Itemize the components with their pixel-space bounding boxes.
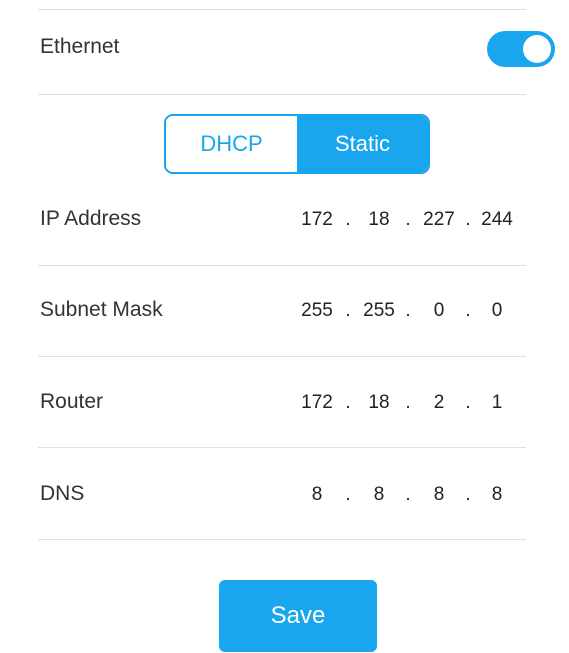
octet-separator: . bbox=[345, 300, 351, 321]
dns-label: DNS bbox=[40, 482, 85, 505]
subnet-mask-input: 255 . 255 . 0 . 0 bbox=[296, 298, 536, 324]
router-label: Router bbox=[40, 390, 104, 413]
octet-separator: . bbox=[465, 209, 471, 230]
dns-octet-1[interactable]: 8 bbox=[296, 482, 338, 508]
ip-address-octet-1[interactable]: 172 bbox=[296, 207, 338, 233]
ip-address-octet-2[interactable]: 18 bbox=[358, 207, 400, 233]
ip-address-octet-4[interactable]: 244 bbox=[476, 207, 518, 233]
ethernet-settings-panel: Ethernet DHCP Static IP Address 172 . 18… bbox=[0, 0, 569, 653]
ip-address-label: IP Address bbox=[40, 207, 142, 230]
router-octet-4[interactable]: 1 bbox=[476, 390, 518, 416]
ethernet-label: Ethernet bbox=[40, 35, 120, 58]
dns-octet-3[interactable]: 8 bbox=[418, 482, 460, 508]
row-divider bbox=[38, 447, 526, 448]
dhcp-option[interactable]: DHCP bbox=[166, 116, 297, 172]
row-divider bbox=[38, 265, 526, 266]
ethernet-toggle[interactable] bbox=[487, 31, 555, 67]
dns-octet-4[interactable]: 8 bbox=[476, 482, 518, 508]
octet-separator: . bbox=[345, 392, 351, 413]
subnet-mask-octet-3[interactable]: 0 bbox=[418, 298, 460, 324]
subnet-mask-octet-2[interactable]: 255 bbox=[358, 298, 400, 324]
save-button[interactable]: Save bbox=[219, 580, 377, 652]
ip-address-octet-3[interactable]: 227 bbox=[418, 207, 460, 233]
router-octet-1[interactable]: 172 bbox=[296, 390, 338, 416]
toggle-knob bbox=[523, 35, 551, 63]
router-octet-2[interactable]: 18 bbox=[358, 390, 400, 416]
ip-address-input: 172 . 18 . 227 . 244 bbox=[296, 207, 536, 233]
subnet-mask-octet-1[interactable]: 255 bbox=[296, 298, 338, 324]
router-octet-3[interactable]: 2 bbox=[418, 390, 460, 416]
octet-separator: . bbox=[465, 300, 471, 321]
subnet-mask-octet-4[interactable]: 0 bbox=[476, 298, 518, 324]
octet-separator: . bbox=[405, 209, 411, 230]
dns-octet-2[interactable]: 8 bbox=[358, 482, 400, 508]
row-divider bbox=[38, 539, 526, 540]
router-input: 172 . 18 . 2 . 1 bbox=[296, 390, 536, 416]
octet-separator: . bbox=[405, 484, 411, 505]
static-option[interactable]: Static bbox=[297, 116, 428, 172]
dns-input: 8 . 8 . 8 . 8 bbox=[296, 482, 536, 508]
subnet-mask-label: Subnet Mask bbox=[40, 298, 163, 321]
octet-separator: . bbox=[405, 300, 411, 321]
top-divider bbox=[38, 9, 526, 10]
octet-separator: . bbox=[405, 392, 411, 413]
octet-separator: . bbox=[345, 209, 351, 230]
ethernet-divider bbox=[38, 94, 526, 95]
row-divider bbox=[38, 356, 526, 357]
octet-separator: . bbox=[345, 484, 351, 505]
mode-segmented-control: DHCP Static bbox=[164, 114, 430, 174]
octet-separator: . bbox=[465, 392, 471, 413]
octet-separator: . bbox=[465, 484, 471, 505]
